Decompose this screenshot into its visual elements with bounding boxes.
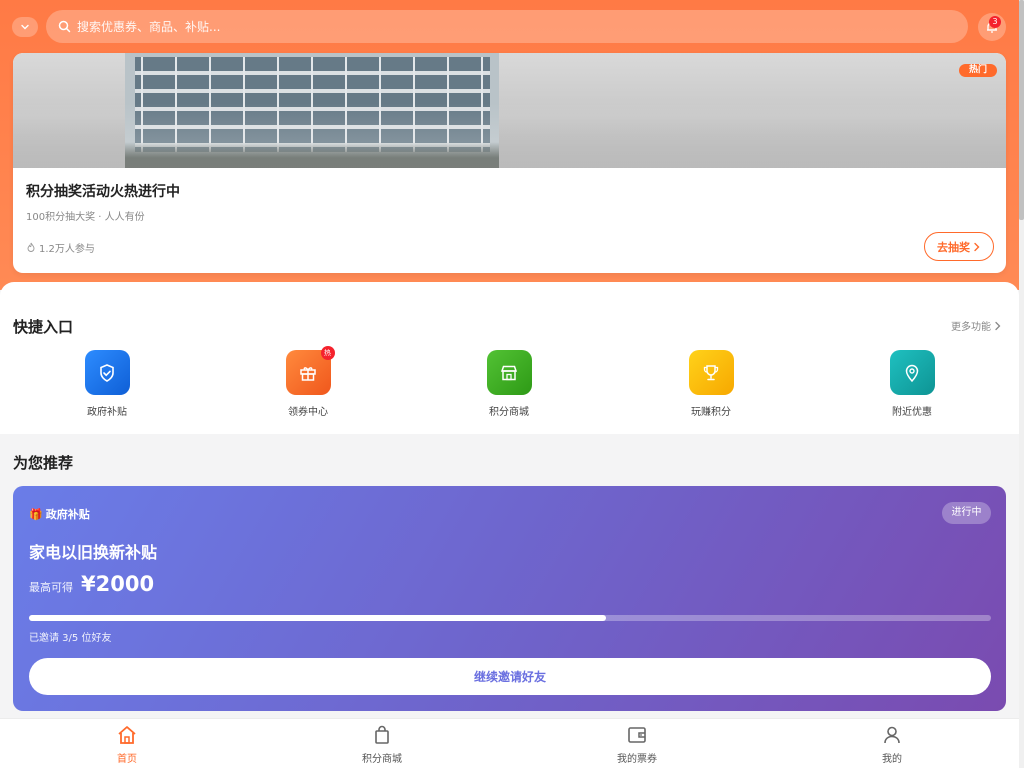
quick-entry-title: 快捷入口 bbox=[13, 318, 74, 336]
search-icon bbox=[58, 20, 71, 33]
user-icon bbox=[884, 726, 900, 744]
participant-text: 1.2万人参与 bbox=[39, 244, 95, 255]
lottery-banner-card[interactable]: 热门 积分抽奖活动火热进行中 100积分抽大奖 · 人人有份 1.2万人参与 去… bbox=[13, 53, 1006, 273]
quick-item-label: 积分商城 bbox=[489, 407, 529, 418]
trophy-icon bbox=[688, 350, 734, 395]
search-input[interactable]: 搜索优惠券、商品、补贴... bbox=[46, 10, 968, 43]
chevron-down-icon bbox=[21, 24, 29, 30]
quick-item-label: 玩赚积分 bbox=[691, 407, 731, 418]
more-features-label: 更多功能 bbox=[951, 322, 991, 333]
notification-badge: 3 bbox=[989, 16, 1001, 28]
location-dropdown-button[interactable] bbox=[12, 17, 38, 37]
quick-entry-section: 快捷入口 更多功能 政府补贴 热 领券中心 积分商城 玩赚积分 附近优惠 bbox=[0, 282, 1019, 434]
hot-tag: 热门 bbox=[959, 64, 997, 77]
quick-item-coupon-center[interactable]: 热 领券中心 bbox=[268, 346, 348, 418]
invite-progress-fill bbox=[29, 615, 607, 621]
nav-label: 我的票券 bbox=[617, 754, 657, 765]
nav-label: 首页 bbox=[117, 754, 137, 765]
store-icon bbox=[486, 350, 532, 395]
home-icon bbox=[118, 726, 136, 744]
more-features-link[interactable]: 更多功能 bbox=[951, 318, 1002, 333]
banner-subtitle: 100积分抽大奖 · 人人有份 bbox=[26, 212, 145, 223]
gift-icon: 热 bbox=[285, 346, 335, 395]
card-tag: 🎁 政府补贴 bbox=[29, 506, 90, 522]
max-amount-row: 最高可得 ¥2000 bbox=[29, 572, 154, 596]
nav-item-profile[interactable]: 我的 bbox=[852, 724, 932, 765]
go-draw-button[interactable]: 去抽奖 bbox=[924, 232, 994, 261]
location-pin-icon bbox=[889, 350, 935, 395]
quick-item-label: 附近优惠 bbox=[892, 407, 932, 418]
nav-item-my-coupons[interactable]: 我的票券 bbox=[597, 724, 677, 765]
shopping-bag-icon bbox=[375, 725, 389, 744]
scrollbar-thumb[interactable] bbox=[1019, 0, 1024, 220]
nav-label: 积分商城 bbox=[362, 754, 402, 765]
continue-invite-button[interactable]: 继续邀请好友 bbox=[29, 658, 991, 695]
bottom-navigation: 首页 积分商城 我的票券 我的 bbox=[0, 718, 1019, 768]
quick-item-nearby-deals[interactable]: 附近优惠 bbox=[872, 350, 952, 418]
quick-item-points-mall[interactable]: 积分商城 bbox=[469, 350, 549, 418]
recommend-title: 为您推荐 bbox=[13, 454, 74, 472]
participant-count: 1.2万人参与 bbox=[26, 240, 95, 255]
nav-item-points-mall[interactable]: 积分商城 bbox=[342, 724, 422, 765]
nav-item-home[interactable]: 首页 bbox=[87, 724, 167, 765]
hot-badge: 热 bbox=[320, 346, 335, 360]
status-badge: 进行中 bbox=[942, 502, 991, 524]
wallet-icon bbox=[628, 727, 646, 743]
quick-item-label: 领券中心 bbox=[288, 407, 328, 418]
nav-label: 我的 bbox=[882, 754, 902, 765]
go-draw-label: 去抽奖 bbox=[937, 240, 970, 254]
quick-item-government-subsidy[interactable]: 政府补贴 bbox=[67, 350, 147, 418]
card-title: 家电以旧换新补贴 bbox=[29, 543, 158, 562]
flame-icon bbox=[27, 242, 35, 252]
banner-title: 积分抽奖活动火热进行中 bbox=[26, 184, 180, 200]
invite-progress-bar bbox=[29, 615, 991, 621]
shield-check-icon bbox=[84, 350, 130, 395]
banner-image bbox=[13, 53, 1006, 168]
max-amount-label: 最高可得 bbox=[29, 581, 73, 594]
quick-item-earn-points[interactable]: 玩赚积分 bbox=[671, 350, 751, 418]
subsidy-card[interactable]: 🎁 政府补贴 进行中 家电以旧换新补贴 最高可得 ¥2000 已邀请 3/5 位… bbox=[13, 486, 1006, 711]
chevron-right-icon bbox=[974, 242, 980, 251]
chevron-right-icon bbox=[995, 321, 1001, 330]
max-amount-value: ¥2000 bbox=[81, 572, 155, 596]
card-tag-label: 政府补贴 bbox=[45, 508, 90, 521]
quick-item-label: 政府补贴 bbox=[87, 407, 127, 418]
invite-count-text: 已邀请 3/5 位好友 bbox=[29, 633, 112, 644]
search-placeholder: 搜索优惠券、商品、补贴... bbox=[77, 20, 221, 34]
gift-emoji-icon: 🎁 bbox=[29, 507, 43, 521]
